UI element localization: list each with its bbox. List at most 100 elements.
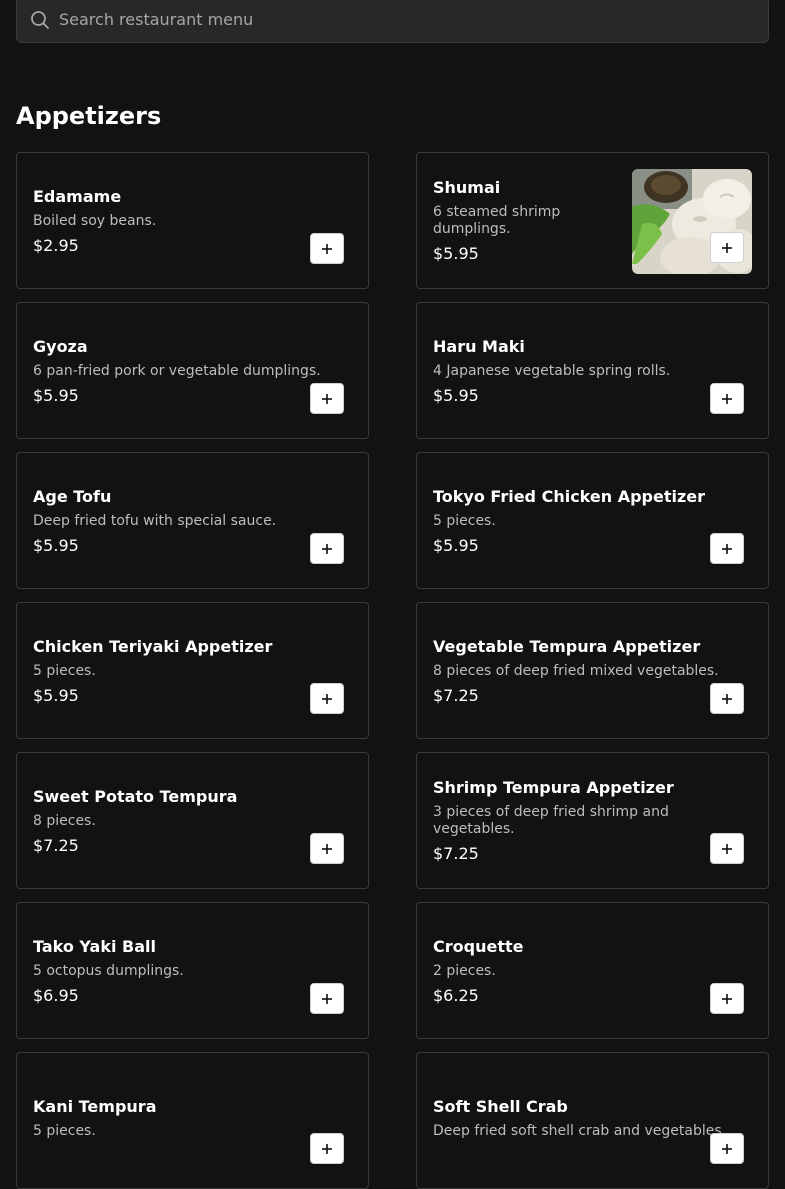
add-item-button[interactable] [710,983,744,1014]
menu-item-description: 5 pieces. [33,662,96,679]
menu-item-name: Edamame [33,186,122,206]
menu-item-price: $5.95 [33,685,79,705]
menu-item-card[interactable]: Vegetable Tempura Appetizer 8 pieces of … [416,602,769,739]
menu-item-price: $7.25 [433,844,479,863]
menu-item-price: $2.95 [33,235,79,255]
add-item-button[interactable] [310,383,344,414]
plus-icon [722,993,732,1004]
menu-item-card[interactable]: Gyoza 6 pan-fried pork or vegetable dump… [16,302,369,439]
add-item-button[interactable] [310,683,344,714]
add-item-button[interactable] [310,233,344,264]
menu-item-description: 8 pieces. [33,812,96,829]
plus-icon [722,543,732,554]
menu-item-name: Soft Shell Crab [433,1096,568,1116]
add-item-button[interactable] [710,683,744,714]
menu-item-description: 6 steamed shrimp dumplings. [433,204,561,237]
menu-item-price: $7.25 [33,835,79,855]
search-icon [31,11,49,29]
menu-item-price: $5.95 [33,385,79,405]
menu-item-price: $5.95 [433,535,479,555]
menu-item-body: Vegetable Tempura Appetizer 8 pieces of … [433,603,752,738]
menu-item-name: Gyoza [33,336,88,356]
menu-item-name: Kani Tempura [33,1096,157,1116]
menu-item-description: Boiled soy beans. [33,212,157,229]
menu-item-body: Edamame Boiled soy beans. $2.95 [33,153,352,288]
menu-item-price: $5.95 [33,535,79,555]
plus-icon [322,693,332,704]
add-item-button[interactable] [310,833,344,864]
menu-item-name: Croquette [433,936,524,956]
plus-icon [322,843,332,854]
section-title: Appetizers [16,102,162,130]
plus-icon [722,242,732,253]
plus-icon [322,393,332,404]
plus-icon [322,543,332,554]
menu-item-card[interactable]: Shumai 6 steamed shrimp dumplings. $5.95 [416,152,769,289]
menu-item-description: 5 pieces. [433,512,496,529]
menu-item-price: $6.25 [433,985,479,1005]
search-bar[interactable] [16,0,769,43]
menu-item-body: Age Tofu Deep fried tofu with special sa… [33,453,352,588]
menu-item-body: Croquette 2 pieces. $6.25 [433,903,752,1038]
menu-item-description: 5 pieces. [33,1122,96,1139]
plus-icon [722,1143,732,1154]
menu-item-name: Vegetable Tempura Appetizer [433,636,701,656]
plus-icon [322,993,332,1004]
menu-item-description: 8 pieces of deep fried mixed vegetables. [433,662,719,679]
plus-icon [722,843,732,854]
menu-item-card[interactable]: Sweet Potato Tempura 8 pieces. $7.25 [16,752,369,889]
menu-item-card[interactable]: Soft Shell Crab Deep fried soft shell cr… [416,1052,769,1189]
menu-item-description: 2 pieces. [433,962,496,979]
menu-item-card[interactable]: Tako Yaki Ball 5 octopus dumplings. $6.9… [16,902,369,1039]
menu-item-description: 6 pan-fried pork or vegetable dumplings. [33,362,321,379]
add-item-button[interactable] [710,232,744,263]
menu-item-card[interactable]: Chicken Teriyaki Appetizer 5 pieces. $5.… [16,602,369,739]
menu-item-body: Chicken Teriyaki Appetizer 5 pieces. $5.… [33,603,352,738]
add-item-button[interactable] [710,533,744,564]
menu-item-name: Chicken Teriyaki Appetizer [33,636,273,656]
menu-item-card[interactable]: Croquette 2 pieces. $6.25 [416,902,769,1039]
add-item-button[interactable] [710,383,744,414]
menu-item-body: Shumai 6 steamed shrimp dumplings. $5.95 [433,153,628,288]
menu-item-price: $7.25 [433,685,479,705]
add-item-button[interactable] [710,1133,744,1164]
menu-item-body: Tokyo Fried Chicken Appetizer 5 pieces. … [433,453,752,588]
menu-item-price: $6.95 [33,985,79,1005]
menu-item-description: 4 Japanese vegetable spring rolls. [433,362,671,379]
add-item-button[interactable] [310,533,344,564]
menu-item-card[interactable]: Tokyo Fried Chicken Appetizer 5 pieces. … [416,452,769,589]
menu-item-card[interactable]: Shrimp Tempura Appetizer 3 pieces of dee… [416,752,769,889]
plus-icon [322,1143,332,1154]
menu-item-body: Haru Maki 4 Japanese vegetable spring ro… [433,303,752,438]
add-item-button[interactable] [310,983,344,1014]
menu-item-body: Sweet Potato Tempura 8 pieces. $7.25 [33,753,352,888]
plus-icon [322,243,332,254]
menu-item-description: 3 pieces of deep fried shrimp and vegeta… [433,804,669,837]
menu-item-name: Shumai [433,178,501,197]
menu-item-name: Haru Maki [433,336,525,356]
menu-item-body: Kani Tempura 5 pieces. [33,1053,352,1188]
search-input[interactable] [59,0,758,42]
plus-icon [722,393,732,404]
add-item-button[interactable] [310,1133,344,1164]
menu-item-card[interactable]: Age Tofu Deep fried tofu with special sa… [16,452,369,589]
menu-item-body: Gyoza 6 pan-fried pork or vegetable dump… [33,303,352,438]
menu-item-description: Deep fried soft shell crab and vegetable… [433,1122,727,1139]
menu-item-body: Shrimp Tempura Appetizer 3 pieces of dee… [433,753,752,888]
menu-item-card[interactable]: Haru Maki 4 Japanese vegetable spring ro… [416,302,769,439]
menu-item-card[interactable]: Kani Tempura 5 pieces. [16,1052,369,1189]
menu-item-price: $5.95 [433,385,479,405]
menu-item-body: Tako Yaki Ball 5 octopus dumplings. $6.9… [33,903,352,1038]
menu-item-description: Deep fried tofu with special sauce. [33,512,277,529]
plus-icon [722,693,732,704]
menu-item-card[interactable]: Edamame Boiled soy beans. $2.95 [16,152,369,289]
menu-item-name: Shrimp Tempura Appetizer [433,778,674,797]
add-item-button[interactable] [710,833,744,864]
menu-item-body: Soft Shell Crab Deep fried soft shell cr… [433,1053,752,1188]
menu-item-name: Tokyo Fried Chicken Appetizer [433,486,706,506]
menu-item-price: $5.95 [433,244,479,263]
menu-item-name: Age Tofu [33,486,112,506]
menu-grid: Edamame Boiled soy beans. $2.95 Shumai 6… [16,152,769,1189]
menu-item-name: Tako Yaki Ball [33,936,156,956]
menu-item-name: Sweet Potato Tempura [33,786,238,806]
